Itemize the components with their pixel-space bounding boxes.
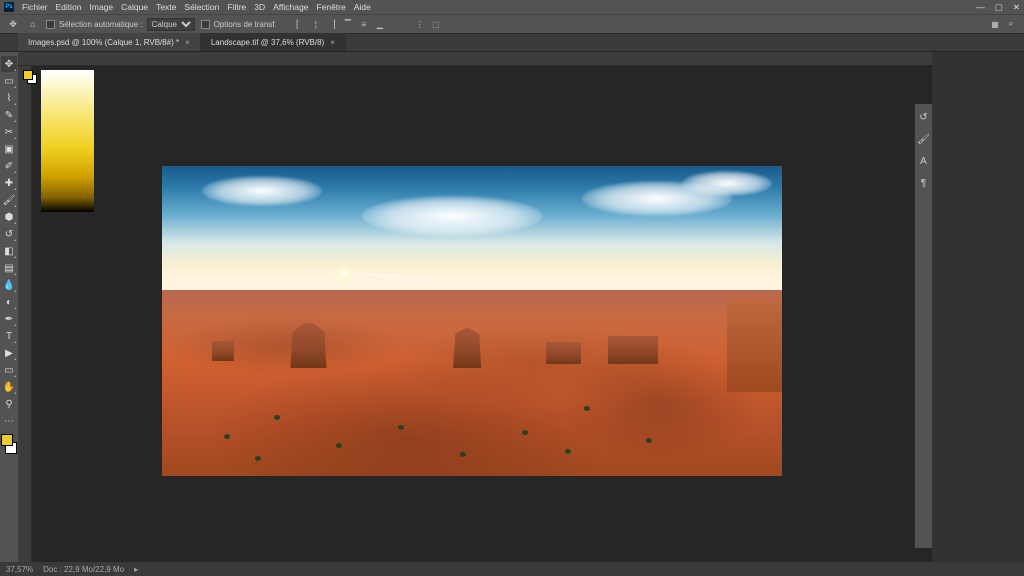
menu-filter[interactable]: Filtre [227, 2, 246, 12]
brushes-panel-icon[interactable]: 🖌 [917, 132, 931, 146]
frame-tool[interactable]: ▣ [1, 141, 17, 157]
menu-bar: Ps Fichier Edition Image Calque Texte Sé… [0, 0, 1024, 14]
align-bottom-icon[interactable]: ▁ [373, 17, 387, 31]
align-center-h-icon[interactable]: ¦ [309, 17, 323, 31]
autoselect-label: Sélection automatique : [59, 20, 143, 29]
type-tool[interactable]: T [1, 328, 17, 344]
minimize-icon[interactable]: — [976, 2, 985, 12]
doc-tab-1-label: Images.psd @ 100% (Calque 1, RVB/8#) * [28, 38, 179, 47]
panel-color-swatches[interactable] [23, 70, 37, 84]
search-icon[interactable]: ⌕ [1004, 17, 1018, 31]
menu-3d[interactable]: 3D [254, 2, 265, 12]
document-canvas[interactable] [162, 166, 782, 476]
menu-text[interactable]: Texte [156, 2, 176, 12]
status-bar: 37,57% Doc : 22,9 Mo/22,9 Mo ▸ [0, 562, 1024, 576]
zoom-level[interactable]: 37,57% [6, 565, 33, 574]
quick-select-tool[interactable]: ✎ [1, 107, 17, 123]
doc-tab-2-label: Landscape.tif @ 37,6% (RVB/8) [211, 38, 324, 47]
distribute-icon[interactable]: ⋮ [413, 17, 427, 31]
horizontal-ruler[interactable] [18, 52, 932, 66]
close-tab-icon[interactable]: × [330, 38, 335, 47]
foreground-color-swatch[interactable] [1, 434, 13, 446]
menu-image[interactable]: Image [90, 2, 114, 12]
autoselect-dropdown[interactable]: Calque [147, 18, 195, 31]
align-top-icon[interactable]: ▔ [341, 17, 355, 31]
tools-panel: ✥ ▭ ⌇ ✎ ✂ ▣ ✐ ✚ 🖌 ⬢ ↺ ◧ ▤ 💧 ◐ ✒ T ▶ ▭ ✋ … [0, 52, 18, 562]
menu-edit[interactable]: Edition [56, 2, 82, 12]
menu-help[interactable]: Aide [354, 2, 371, 12]
options-bar: ✥ ⌂ Sélection automatique : Calque Optio… [0, 14, 1024, 34]
brush-tool[interactable]: 🖌 [1, 192, 17, 208]
menu-window[interactable]: Fenêtre [316, 2, 345, 12]
align-left-icon[interactable]: ▏ [293, 17, 307, 31]
zoom-tool[interactable]: ⚲ [1, 396, 17, 412]
workspace: ✥ ▭ ⌇ ✎ ✂ ▣ ✐ ✚ 🖌 ⬢ ↺ ◧ ▤ 💧 ◐ ✒ T ▶ ▭ ✋ … [0, 52, 1024, 562]
history-panel-icon[interactable]: ↺ [917, 110, 931, 124]
app-logo-icon: Ps [4, 2, 14, 12]
doc-tab-2[interactable]: Landscape.tif @ 37,6% (RVB/8) × [201, 33, 346, 51]
blur-tool[interactable]: 💧 [1, 277, 17, 293]
3d-mode-icon[interactable]: ⬚ [429, 17, 443, 31]
move-tool-icon[interactable]: ✥ [6, 17, 20, 31]
move-tool[interactable]: ✥ [1, 56, 17, 72]
paragraph-panel-icon[interactable]: ¶ [917, 176, 931, 190]
home-icon[interactable]: ⌂ [26, 17, 40, 31]
doc-size[interactable]: Doc : 22,9 Mo/22,9 Mo [43, 565, 124, 574]
document-tab-bar: Images.psd @ 100% (Calque 1, RVB/8#) * ×… [0, 34, 1024, 52]
history-brush-tool[interactable]: ↺ [1, 226, 17, 242]
align-middle-icon[interactable]: ≡ [357, 17, 371, 31]
lasso-tool[interactable]: ⌇ [1, 90, 17, 106]
eraser-tool[interactable]: ◧ [1, 243, 17, 259]
canvas-viewport[interactable] [32, 66, 932, 562]
pen-tool[interactable]: ✒ [1, 311, 17, 327]
menu-select[interactable]: Sélection [184, 2, 219, 12]
color-swatches[interactable] [1, 434, 17, 454]
status-arrow-icon[interactable]: ▸ [134, 565, 138, 574]
gradient-tool[interactable]: ▤ [1, 260, 17, 276]
edit-toolbar[interactable]: ⋯ [1, 413, 17, 429]
heal-tool[interactable]: ✚ [1, 175, 17, 191]
stamp-tool[interactable]: ⬢ [1, 209, 17, 225]
hand-tool[interactable]: ✋ [1, 379, 17, 395]
menu-layer[interactable]: Calque [121, 2, 148, 12]
collapsed-panel-dock: ↺ 🖌 A ¶ [914, 104, 932, 548]
dodge-tool[interactable]: ◐ [1, 294, 17, 310]
maximize-icon[interactable]: ▢ [995, 2, 1003, 13]
align-right-icon[interactable]: ▕ [325, 17, 339, 31]
menu-view[interactable]: Affichage [273, 2, 308, 12]
vertical-ruler[interactable] [18, 66, 32, 562]
doc-tab-1[interactable]: Images.psd @ 100% (Calque 1, RVB/8#) * × [18, 33, 201, 51]
arrange-icon[interactable]: ▦ [988, 17, 1002, 31]
transform-label: Options de transf. [214, 20, 277, 29]
transform-checkbox[interactable] [201, 20, 210, 29]
autoselect-checkbox[interactable] [46, 20, 55, 29]
eyedropper-tool[interactable]: ✐ [1, 158, 17, 174]
close-tab-icon[interactable]: × [185, 38, 190, 47]
character-panel-icon[interactable]: A [917, 154, 931, 168]
crop-tool[interactable]: ✂ [1, 124, 17, 140]
marquee-tool[interactable]: ▭ [1, 73, 17, 89]
color-field[interactable] [41, 70, 94, 212]
shape-tool[interactable]: ▭ [1, 362, 17, 378]
path-select-tool[interactable]: ▶ [1, 345, 17, 361]
close-icon[interactable]: ✕ [1013, 2, 1020, 13]
menu-file[interactable]: Fichier [22, 2, 48, 12]
